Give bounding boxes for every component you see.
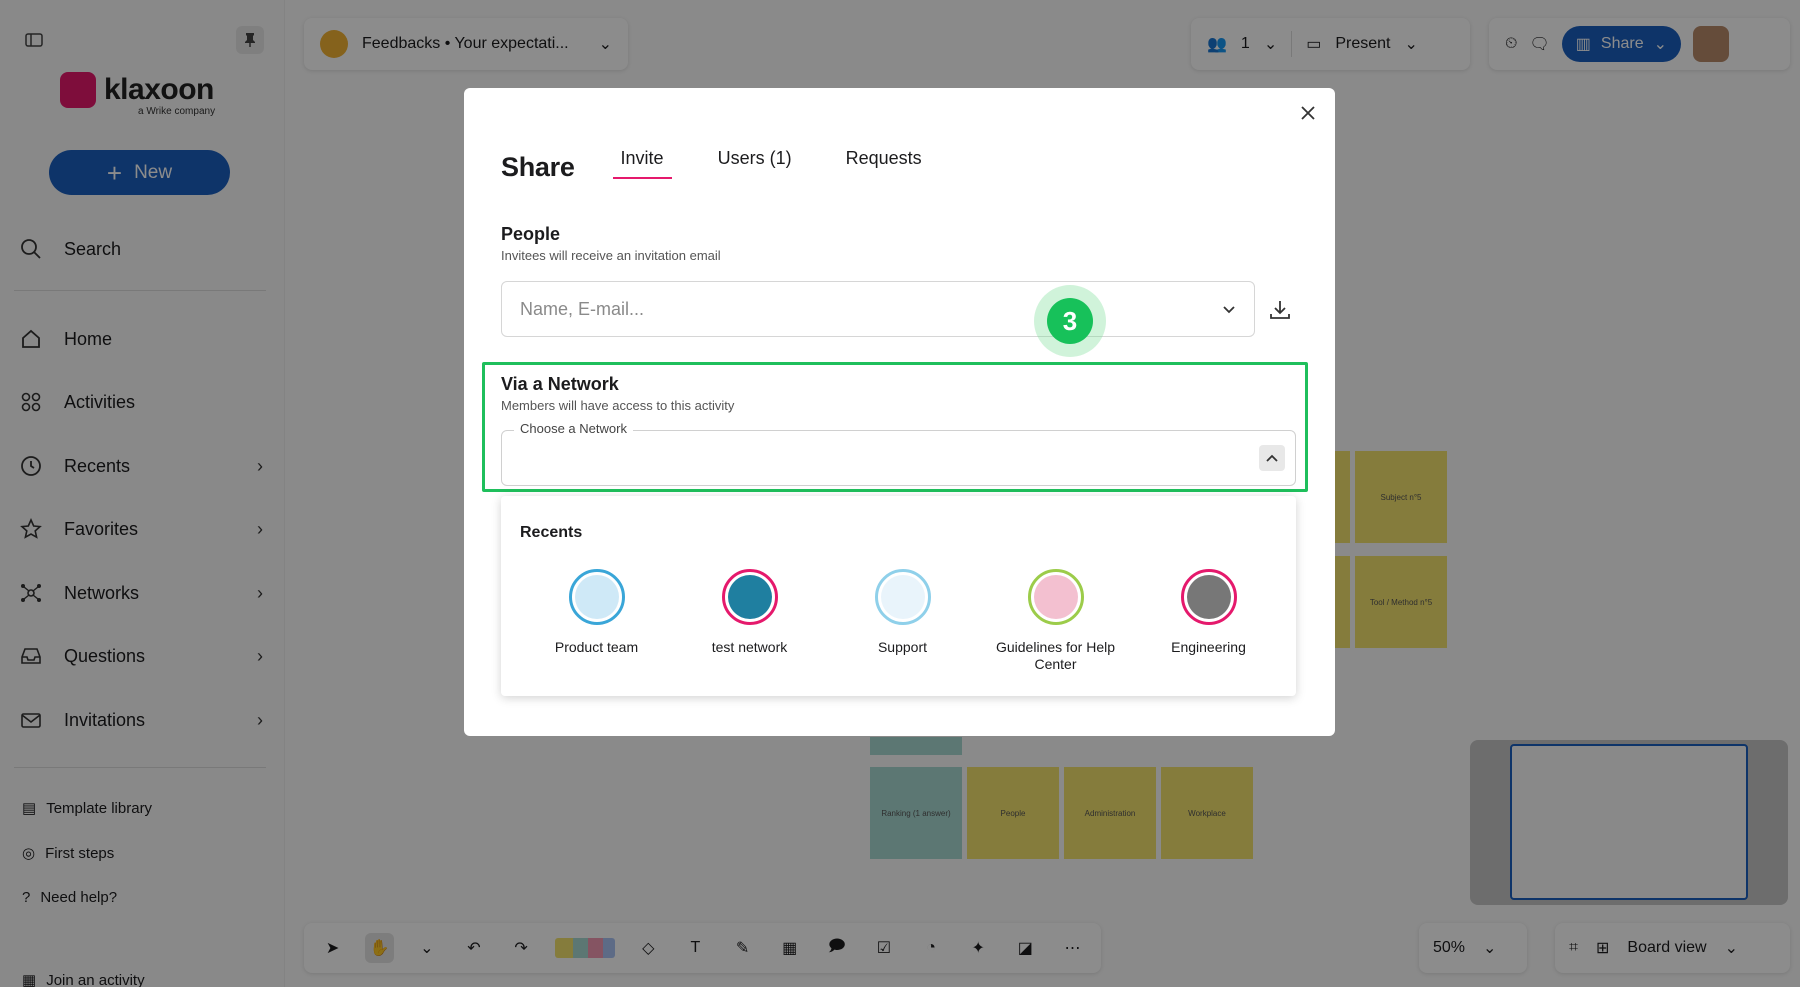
network-option-guidelines-help-center[interactable]: Guidelines for Help Center bbox=[979, 569, 1132, 673]
dropdown-title: Recents bbox=[520, 524, 583, 541]
network-avatar bbox=[721, 569, 778, 625]
network-avatar bbox=[1027, 569, 1084, 625]
people-title: People bbox=[501, 224, 561, 244]
tab-list: Invite Users (1) Requests bbox=[612, 148, 930, 183]
network-list: Product team test network Support Guidel… bbox=[520, 569, 1285, 673]
network-avatar-image bbox=[574, 575, 619, 619]
chevron-down-icon[interactable] bbox=[1222, 299, 1236, 320]
network-option-engineering[interactable]: Engineering bbox=[1132, 569, 1285, 673]
network-name: Guidelines for Help Center bbox=[995, 639, 1116, 672]
network-select[interactable]: Choose a Network bbox=[501, 421, 1296, 486]
people-search-input[interactable]: Name, E-mail... bbox=[501, 281, 1255, 337]
step-badge: 3 bbox=[1034, 285, 1106, 357]
network-subtitle: Members will have access to this activit… bbox=[501, 398, 735, 413]
people-input-placeholder: Name, E-mail... bbox=[520, 298, 645, 319]
close-icon[interactable] bbox=[1293, 98, 1323, 128]
network-avatar bbox=[874, 569, 931, 625]
network-avatar-image bbox=[727, 575, 772, 619]
network-title: Via a Network bbox=[501, 374, 619, 394]
share-modal: Share Invite Users (1) Requests People I… bbox=[464, 88, 1335, 736]
tab-invite[interactable]: Invite bbox=[612, 148, 672, 179]
modal-title: Share bbox=[501, 152, 575, 182]
network-dropdown: Recents Product team test network Suppor… bbox=[501, 496, 1296, 696]
download-icon[interactable] bbox=[1264, 294, 1296, 326]
network-avatar-image bbox=[1033, 575, 1078, 619]
network-option-support[interactable]: Support bbox=[826, 569, 979, 673]
network-avatar-image bbox=[1186, 575, 1231, 619]
network-option-product-team[interactable]: Product team bbox=[520, 569, 673, 673]
modal-header: Share Invite Users (1) Requests bbox=[501, 148, 930, 183]
network-name: test network bbox=[711, 639, 788, 655]
chevron-up-icon[interactable] bbox=[1259, 445, 1285, 471]
network-field-label: Choose a Network bbox=[514, 421, 633, 436]
step-number: 3 bbox=[1047, 298, 1093, 344]
network-name: Support bbox=[877, 639, 928, 655]
people-subtitle: Invitees will receive an invitation emai… bbox=[501, 248, 721, 263]
network-name: Product team bbox=[554, 639, 639, 655]
network-name: Engineering bbox=[1171, 639, 1246, 655]
network-avatar bbox=[568, 569, 625, 625]
network-option-test-network[interactable]: test network bbox=[673, 569, 826, 673]
tab-users[interactable]: Users (1) bbox=[710, 148, 800, 179]
network-avatar bbox=[1180, 569, 1237, 625]
tab-requests[interactable]: Requests bbox=[838, 148, 930, 179]
network-avatar-image bbox=[880, 575, 925, 619]
